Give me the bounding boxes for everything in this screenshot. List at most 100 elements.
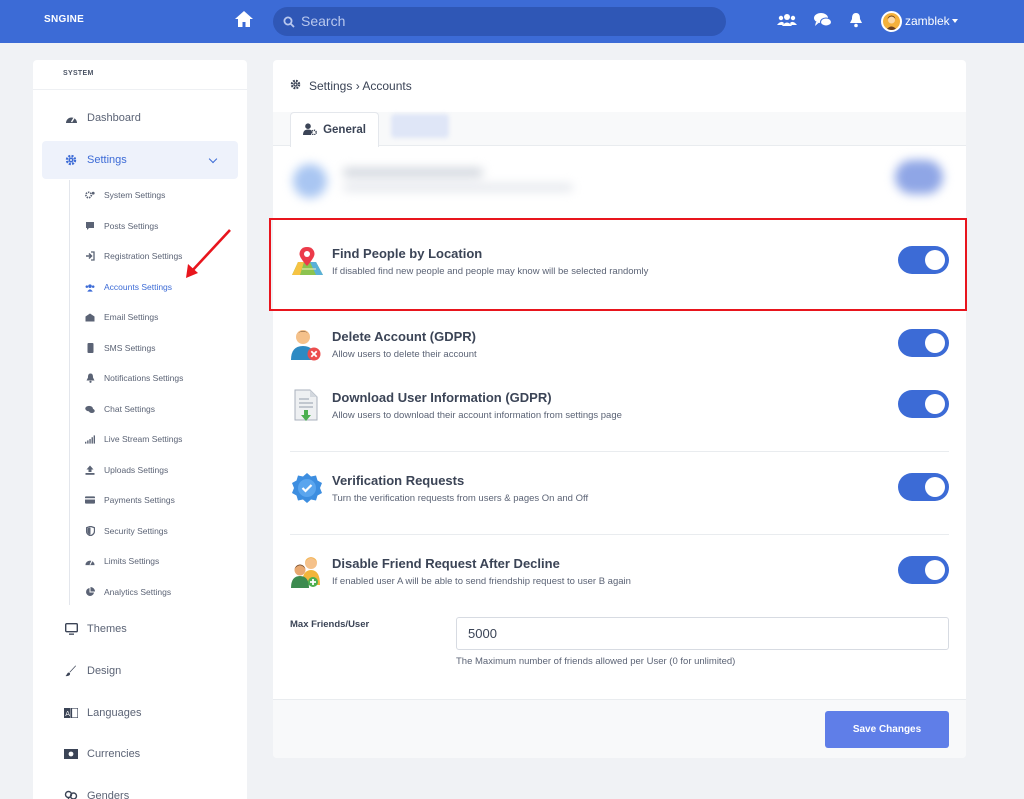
chat-icon (85, 404, 95, 414)
mobile-icon (85, 343, 95, 353)
submenu-item-system-settings[interactable]: System Settings (85, 186, 165, 204)
toggle-switch[interactable] (898, 390, 949, 418)
users-icon[interactable] (777, 12, 797, 33)
submenu-label: Payments Settings (104, 495, 175, 505)
max-friends-help: The Maximum number of friends allowed pe… (456, 656, 736, 667)
submenu-label: Chat Settings (104, 404, 156, 414)
toggle-switch[interactable] (898, 473, 949, 501)
tab-bar: General (273, 112, 966, 147)
sidebar-item-themes[interactable]: Themes (42, 610, 238, 648)
user-avatar[interactable] (881, 11, 902, 32)
users-icon (85, 282, 95, 292)
gear-icon (290, 79, 301, 93)
language-icon: A (64, 706, 78, 720)
submenu-item-sms-settings[interactable]: SMS Settings (85, 339, 156, 357)
sidebar-item-design[interactable]: Design (42, 652, 238, 690)
shield-icon (85, 526, 95, 536)
submenu-label: Posts Settings (104, 221, 159, 231)
sidebar-item-label: Genders (87, 790, 130, 799)
submenu-item-email-settings[interactable]: Email Settings (85, 308, 158, 326)
setting-download-user-information: Download User Information (GDPR) Allow u… (290, 389, 950, 439)
submenu-divider (69, 180, 70, 605)
submenu-label: SMS Settings (104, 343, 156, 353)
chevron-down-icon[interactable] (208, 154, 218, 164)
brush-icon (64, 664, 78, 678)
sidebar-item-currencies[interactable]: Currencies (42, 735, 238, 773)
submenu-item-payments-settings[interactable]: Payments Settings (85, 491, 175, 509)
tab-blurred[interactable] (391, 114, 449, 138)
setting-delete-account: Delete Account (GDPR) Allow users to del… (290, 328, 950, 378)
username[interactable]: zamblek (905, 14, 950, 28)
submenu-item-chat-settings[interactable]: Chat Settings (85, 400, 155, 418)
document-download-icon (290, 389, 324, 423)
submenu-label: Limits Settings (104, 556, 160, 566)
money-icon (64, 747, 78, 761)
chat-icon[interactable] (814, 12, 832, 33)
sidebar-item-genders[interactable]: Genders (42, 777, 238, 799)
submenu-label: Analytics Settings (104, 587, 172, 597)
bell-icon[interactable] (849, 12, 863, 33)
submenu-item-registration-settings[interactable]: Registration Settings (85, 247, 182, 265)
setting-description: If disabled find new people and people m… (332, 266, 649, 277)
sidebar-item-label: Design (87, 665, 122, 677)
home-icon[interactable] (234, 10, 254, 33)
dashboard-icon (64, 111, 78, 125)
submenu-label: Accounts Settings (104, 282, 173, 292)
sidebar-section-title: SYSTEM (33, 60, 247, 90)
brand-logo[interactable]: SNGINE (44, 14, 84, 25)
toggle-switch[interactable] (898, 246, 949, 274)
sidebar-item-label: Settings (87, 154, 127, 166)
upload-icon (85, 465, 95, 475)
sidebar-item-dashboard[interactable]: Dashboard (42, 99, 238, 137)
sidebar-item-settings[interactable]: Settings (42, 141, 238, 179)
submenu-label: Live Stream Settings (104, 434, 183, 444)
pie-chart-icon (85, 587, 95, 597)
submenu-item-live-stream-settings[interactable]: Live Stream Settings (85, 430, 182, 448)
envelope-icon (85, 312, 95, 322)
setting-verification-requests: Verification Requests Turn the verificat… (290, 472, 950, 522)
verified-badge-icon (290, 472, 324, 506)
genders-icon (64, 789, 78, 799)
breadcrumb-text: Settings › Accounts (309, 79, 412, 93)
submenu-label: Registration Settings (104, 251, 183, 261)
sidebar-item-label: Dashboard (87, 112, 141, 124)
monitor-icon (64, 622, 78, 636)
sidebar-item-languages[interactable]: A Languages (42, 694, 238, 732)
setting-title: Delete Account (GDPR) (332, 329, 476, 344)
blurred-setting-row (285, 150, 960, 210)
toggle-switch[interactable] (898, 329, 949, 357)
submenu-item-posts-settings[interactable]: Posts Settings (85, 217, 158, 235)
setting-description: Allow users to download their account in… (332, 410, 622, 421)
tab-label: General (323, 124, 366, 136)
submenu-label: Uploads Settings (104, 465, 169, 475)
submenu-item-analytics-settings[interactable]: Analytics Settings (85, 583, 171, 601)
submenu-item-notifications-settings[interactable]: Notifications Settings (85, 369, 183, 387)
setting-title: Download User Information (GDPR) (332, 390, 552, 405)
section-divider (290, 534, 949, 535)
tab-general[interactable]: General (290, 112, 379, 147)
save-changes-button[interactable]: Save Changes (825, 711, 949, 748)
submenu-item-uploads-settings[interactable]: Uploads Settings (85, 461, 168, 479)
svg-text:A: A (65, 710, 70, 718)
friends-icon (290, 555, 324, 589)
credit-card-icon (85, 495, 95, 505)
submenu-item-accounts-settings[interactable]: Accounts Settings (85, 278, 172, 296)
search-bar[interactable]: Search (273, 7, 726, 36)
submenu-label: Email Settings (104, 312, 159, 322)
submenu-item-limits-settings[interactable]: Limits Settings (85, 552, 159, 570)
map-pin-icon (290, 245, 324, 279)
breadcrumb: Settings › Accounts (290, 79, 412, 93)
setting-find-people-by-location: Find People by Location If disabled find… (290, 245, 950, 295)
section-divider (290, 451, 949, 452)
chevron-down-icon[interactable] (952, 19, 958, 23)
admin-sidebar: SYSTEM Dashboard Settings System Setting… (33, 60, 247, 799)
submenu-item-security-settings[interactable]: Security Settings (85, 522, 168, 540)
user-delete-icon (290, 328, 324, 362)
setting-title: Verification Requests (332, 473, 465, 488)
max-friends-input[interactable] (456, 617, 949, 650)
submenu-label: Security Settings (104, 526, 168, 536)
setting-description: If enabled user A will be able to send f… (332, 576, 631, 587)
toggle-switch[interactable] (898, 556, 949, 584)
setting-disable-friend-request: Disable Friend Request After Decline If … (290, 555, 950, 605)
signal-icon (85, 434, 95, 444)
